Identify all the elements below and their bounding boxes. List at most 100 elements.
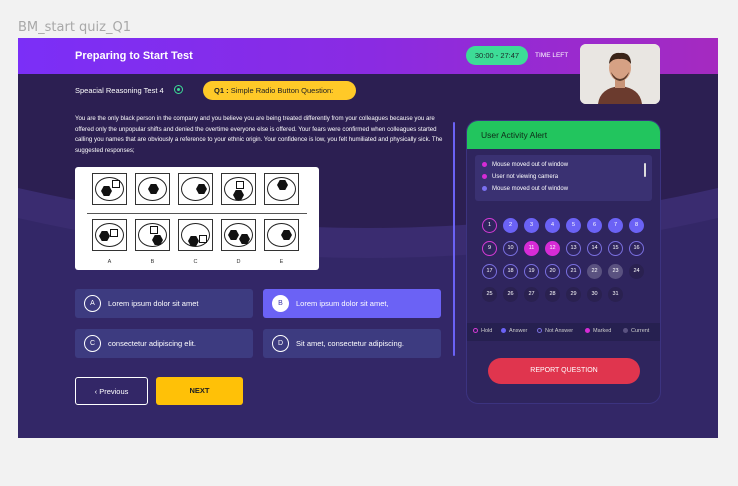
question-number-30[interactable]: 30 [587,287,602,302]
alert-item: User not viewing camera [482,174,558,180]
question-number-25[interactable]: 25 [482,287,497,302]
question-number-28[interactable]: 28 [545,287,560,302]
alert-text: Mouse moved out of window [492,186,569,193]
question-number-20[interactable]: 20 [545,264,560,279]
alert-dot-icon [482,162,487,167]
timer-badge: 30:00 - 27:47 [466,46,528,65]
previous-label: Previous [99,387,129,396]
legend-marked: Marked [585,328,611,334]
figure-cell [221,173,256,205]
quiz-screen: Preparing to Start Test 30:00 - 27:47 TI… [18,38,718,438]
question-number-22[interactable]: 22 [587,264,602,279]
question-number-21[interactable]: 21 [566,264,581,279]
figure-cell [178,219,213,251]
person-avatar-icon [580,44,660,104]
alert-text: Mouse moved out of window [492,162,569,169]
question-number-31[interactable]: 31 [608,287,623,302]
alert-text: User not viewing camera [492,174,559,181]
figure-cell [178,173,213,205]
question-number-7[interactable]: 7 [608,218,623,233]
question-text: You are the only black person in the com… [75,115,443,154]
camera-feed [580,44,660,104]
alert-list[interactable]: Mouse moved out of window User not viewi… [475,155,652,201]
alert-dot-icon [482,174,487,179]
question-number-26[interactable]: 26 [503,287,518,302]
question-number-19[interactable]: 19 [524,264,539,279]
legend-label: Not Answer [545,328,574,334]
legend-label: Answer [509,328,528,334]
question-number-27[interactable]: 27 [524,287,539,302]
question-number-23[interactable]: 23 [608,264,623,279]
divider-line [453,122,455,356]
scrollbar[interactable] [644,163,646,177]
option-letter: C [84,335,101,352]
question-number-2[interactable]: 2 [503,218,518,233]
question-number-29[interactable]: 29 [566,287,581,302]
option-text: Lorem ipsum dolor sit amet [108,299,199,308]
question-figure: A B C D E [75,167,319,270]
alert-item: Mouse moved out of window [482,186,568,192]
status-radio-icon [174,85,183,94]
question-number-8[interactable]: 8 [629,218,644,233]
option-d[interactable]: D Sit amet, consectetur adipiscing. [263,329,441,358]
time-left-label: TIME LEFT [535,52,569,59]
question-number-14[interactable]: 14 [587,241,602,256]
option-b[interactable]: B Lorem ipsum dolor sit amet, [263,289,441,318]
question-number-5[interactable]: 5 [566,218,581,233]
alert-item: Mouse moved out of window [482,162,568,168]
question-number-12[interactable]: 12 [545,241,560,256]
figure-cell [135,219,170,251]
frame-label: BM_start quiz_Q1 [18,20,131,35]
question-number-9[interactable]: 9 [482,241,497,256]
option-c[interactable]: C consectetur adipiscing elit. [75,329,253,358]
question-number-6[interactable]: 6 [587,218,602,233]
question-number-3[interactable]: 3 [524,218,539,233]
option-text: consectetur adipiscing elit. [108,339,196,348]
next-button[interactable]: NEXT [156,377,243,405]
alert-dot-icon [482,186,487,191]
legend-label: Marked [593,328,612,334]
figure-label-c: C [193,259,198,265]
option-text: Sit amet, consectetur adipiscing. [296,339,404,348]
option-text: Lorem ipsum dolor sit amet, [296,299,389,308]
figure-cell [264,173,299,205]
legend-current: Current [623,328,649,334]
figure-cell [135,173,170,205]
option-letter: D [272,335,289,352]
figure-label-d: D [236,259,241,265]
status-legend: Hold Answer Not Answer Marked Current [467,323,660,341]
question-number-17[interactable]: 17 [482,264,497,279]
panel-title: User Activity Alert [481,130,548,140]
question-number-1[interactable]: 1 [482,218,497,233]
figure-divider [87,213,307,214]
question-number-4[interactable]: 4 [545,218,560,233]
previous-button[interactable]: ‹ Previous [75,377,148,405]
option-a[interactable]: A Lorem ipsum dolor sit amet [75,289,253,318]
question-number-11[interactable]: 11 [524,241,539,256]
question-type: Simple Radio Button Question: [230,86,334,95]
question-number-10[interactable]: 10 [503,241,518,256]
question-number-16[interactable]: 16 [629,241,644,256]
legend-dot-icon [473,328,478,334]
question-number-15[interactable]: 15 [608,241,623,256]
question-type-badge: Q1 : Simple Radio Button Question: [203,81,356,100]
legend-label: Current [631,328,650,334]
legend-dot-icon [585,328,590,334]
question-number-18[interactable]: 18 [503,264,518,279]
figure-label-b: B [150,259,155,265]
legend-answer: Answer [501,328,527,334]
question-number-13[interactable]: 13 [566,241,581,256]
report-question-button[interactable]: REPORT QUESTION [488,358,640,384]
figure-label-e: E [279,259,284,265]
activity-panel: User Activity Alert Mouse moved out of w… [466,120,661,404]
question-number-24[interactable]: 24 [629,264,644,279]
legend-label: Hold [481,328,493,334]
test-name: Speacial Reasoning Test 4 [75,86,164,95]
figure-cell [264,219,299,251]
figure-label-a: A [107,259,112,265]
legend-hold: Hold [473,328,492,334]
legend-dot-icon [623,328,628,334]
option-letter: B [272,295,289,312]
figure-cell [92,219,127,251]
figure-cell [221,219,256,251]
